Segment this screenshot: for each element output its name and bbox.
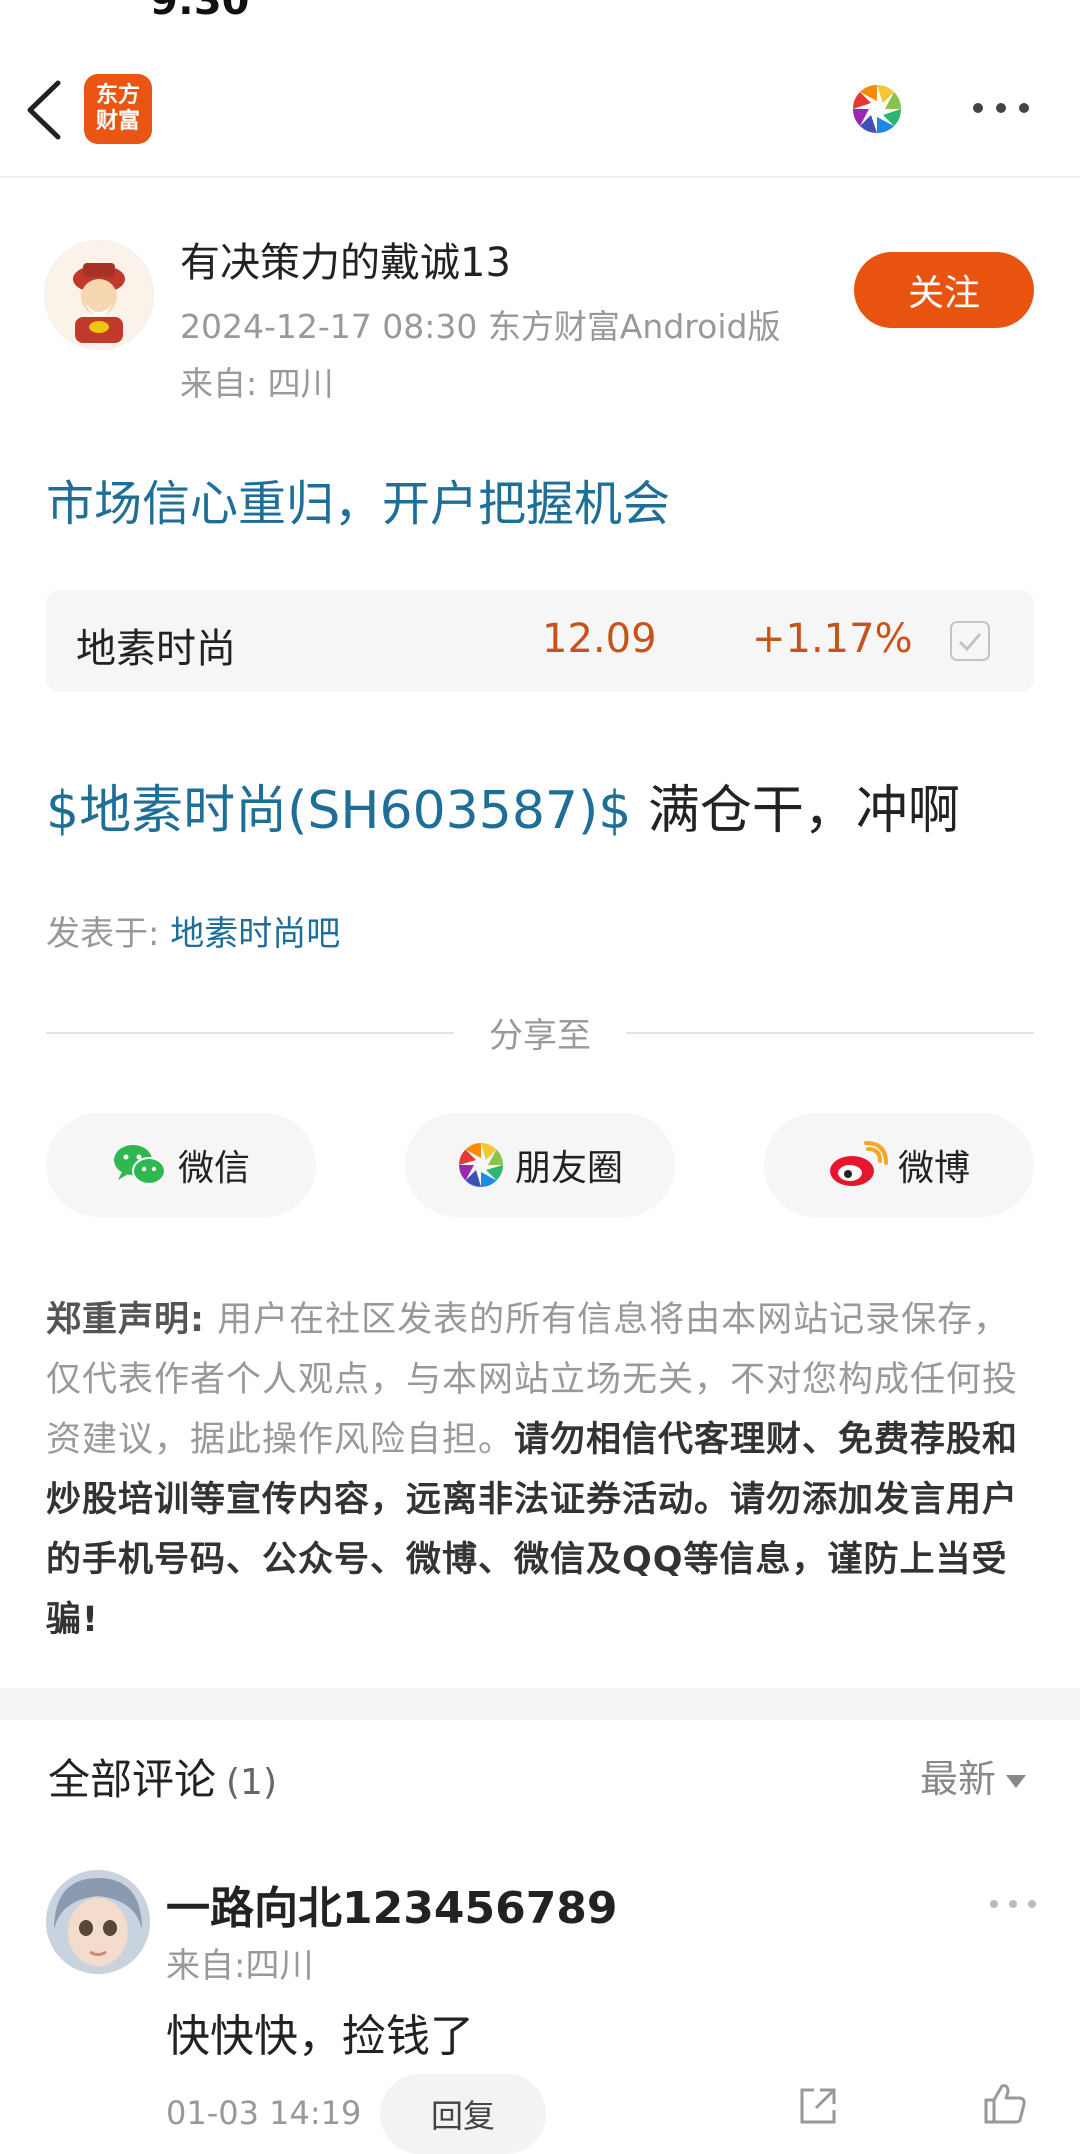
share-divider-right xyxy=(626,1032,1034,1034)
comment-text: 快快快，捡钱了 xyxy=(166,2011,474,2062)
commenter-location: 来自:四川 xyxy=(166,1946,314,1986)
stock-name[interactable]: 地素时尚 xyxy=(76,616,236,674)
check-icon xyxy=(958,633,982,652)
post-meta: 2024-12-17 08:30 东方财富Android版 xyxy=(180,307,781,346)
comment-sort-label: 最新 xyxy=(920,1757,997,1801)
moments-icon xyxy=(458,1143,503,1187)
share-moments-button[interactable]: 朋友圈 xyxy=(405,1113,675,1217)
section-divider xyxy=(0,1688,1080,1720)
comment-time: 01-03 14:19 xyxy=(166,2094,362,2132)
share-weibo-label: 微博 xyxy=(897,1148,970,1189)
author-name[interactable]: 有决策力的戴诚13 xyxy=(180,230,511,288)
comments-header: 全部评论 (1) xyxy=(48,1746,277,1807)
share-wechat-label: 微信 xyxy=(177,1148,250,1189)
stock-price: 12.09 xyxy=(542,616,657,662)
follow-button[interactable]: 关注 xyxy=(854,252,1034,328)
like-icon[interactable] xyxy=(982,2080,1028,2126)
triangle-down-icon xyxy=(1006,1775,1027,1788)
author-avatar[interactable] xyxy=(44,240,154,350)
stock-change: +1.17% xyxy=(752,616,913,662)
header-divider xyxy=(0,176,1080,178)
status-time: 9:30 xyxy=(150,0,250,24)
share-wechat-button[interactable]: 微信 xyxy=(46,1113,316,1217)
add-watchlist-checkbox[interactable] xyxy=(950,621,990,661)
stock-tag-link[interactable]: $地素时尚(SH603587)$ xyxy=(46,781,631,841)
disclaimer: 郑重声明: 用户在社区发表的所有信息将由本网站记录保存，仅代表作者个人观点，与本… xyxy=(46,1290,1038,1650)
posted-in-label: 发表于: xyxy=(46,914,171,954)
share-moments-label: 朋友圈 xyxy=(514,1148,623,1189)
share-weibo-button[interactable]: 微博 xyxy=(764,1113,1034,1217)
wechat-icon xyxy=(113,1145,166,1185)
more-icon[interactable] xyxy=(970,96,1032,120)
commenter-avatar[interactable] xyxy=(46,1870,150,1974)
status-bar: 9:30 xyxy=(0,0,1080,24)
comments-title: 全部评论 xyxy=(48,1755,217,1804)
post-title: 市场信心重归，开户把握机会 xyxy=(46,476,671,532)
reply-button[interactable]: 回复 xyxy=(380,2074,546,2154)
commenter-name[interactable]: 一路向北123456789 xyxy=(166,1872,618,1936)
app-logo-line2: 财富 xyxy=(95,109,140,134)
status-icons xyxy=(740,0,1010,6)
app-logo-line1: 东方 xyxy=(95,83,140,108)
author-location: 来自: 四川 xyxy=(180,364,334,403)
back-icon[interactable] xyxy=(20,75,70,145)
post-body: $地素时尚(SH603587)$ 满仓干，冲啊 xyxy=(46,768,960,843)
moments-icon[interactable] xyxy=(850,82,904,136)
post-body-text: 满仓干，冲啊 xyxy=(631,781,960,841)
comments-count: (1) xyxy=(226,1762,278,1803)
posted-in: 发表于: 地素时尚吧 xyxy=(46,906,340,955)
comment-sort-dropdown[interactable]: 最新 xyxy=(920,1748,1027,1803)
comment-more-icon[interactable] xyxy=(988,1896,1038,1912)
posted-in-bar-link[interactable]: 地素时尚吧 xyxy=(170,914,340,954)
app-logo: 东方 财富 xyxy=(84,74,152,144)
disclaimer-heading: 郑重声明: xyxy=(46,1300,205,1340)
comment-share-icon[interactable] xyxy=(796,2084,840,2128)
weibo-icon xyxy=(829,1141,888,1186)
